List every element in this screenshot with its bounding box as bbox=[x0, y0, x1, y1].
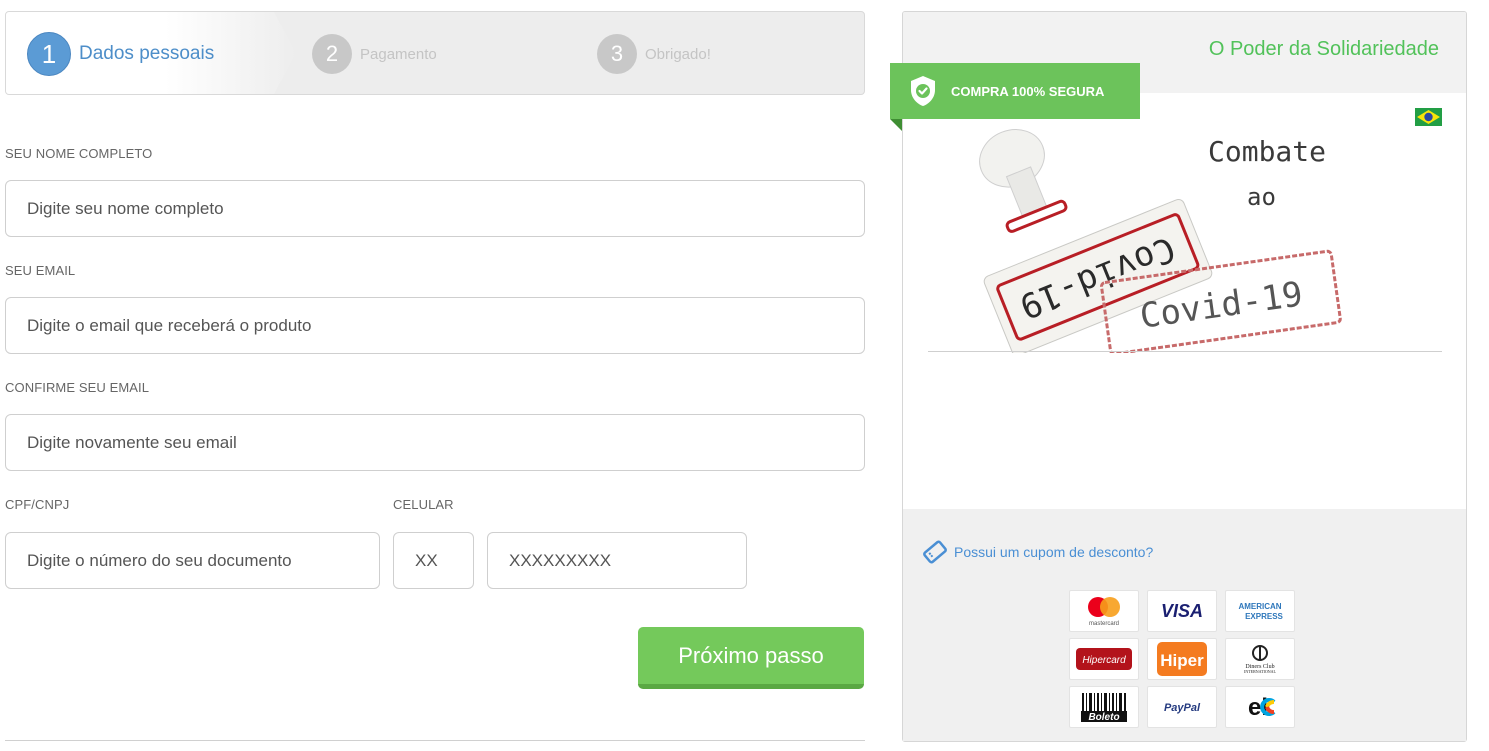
payment-methods: mastercard VISA AMERICAN EXPRESS Hiperca… bbox=[1069, 590, 1297, 731]
boleto-logo: Boleto bbox=[1069, 686, 1139, 728]
phone-label: CELULAR bbox=[393, 497, 454, 512]
svg-text:el: el bbox=[1248, 694, 1268, 721]
secure-badge-text: COMPRA 100% SEGURA bbox=[951, 83, 1105, 99]
name-input[interactable]: Digite seu nome completo bbox=[5, 180, 865, 237]
step-label: Dados pessoais bbox=[79, 43, 215, 64]
secure-purchase-badge: COMPRA 100% SEGURA bbox=[890, 63, 1140, 119]
form-divider bbox=[5, 740, 865, 741]
next-step-button[interactable]: Próximo passo bbox=[638, 627, 864, 689]
email-input[interactable]: Digite o email que receberá o produto bbox=[5, 297, 865, 354]
svg-text:AMERICAN: AMERICAN bbox=[1238, 602, 1281, 611]
product-divider bbox=[928, 351, 1442, 352]
product-image: Covid-19 Combate ao Covid-19 bbox=[979, 129, 1342, 353]
step-label: Pagamento bbox=[360, 45, 437, 63]
paypal-logo: PayPal bbox=[1147, 686, 1217, 728]
svg-text:PayPal: PayPal bbox=[1164, 702, 1201, 714]
hipercard-logo: Hipercard bbox=[1069, 638, 1139, 680]
brazil-flag-icon bbox=[1415, 108, 1442, 126]
step-number: 2 bbox=[312, 34, 352, 74]
ddd-input[interactable]: XX bbox=[393, 532, 474, 589]
checkout-stepper: 1 Dados pessoais 2 Pagamento 3 Obrigado! bbox=[5, 11, 865, 95]
coupon-link[interactable]: Possui um cupom de desconto? bbox=[922, 540, 1153, 564]
ticket-icon bbox=[922, 540, 948, 564]
name-label: SEU NOME COMPLETO bbox=[5, 146, 153, 161]
step-label: Obrigado! bbox=[645, 45, 711, 63]
svg-text:Hiper: Hiper bbox=[1160, 651, 1204, 670]
svg-text:Hipercard: Hipercard bbox=[1082, 655, 1126, 666]
svg-text:EXPRESS: EXPRESS bbox=[1245, 612, 1283, 621]
confirm-email-input[interactable]: Digite novamente seu email bbox=[5, 414, 865, 471]
elo-logo: el bbox=[1225, 686, 1295, 728]
step-obrigado[interactable]: 3 Obrigado! bbox=[597, 34, 711, 74]
diners-logo: Diners Club INTERNATIONAL bbox=[1225, 638, 1295, 680]
image-line2: ao bbox=[1247, 183, 1276, 211]
hiper-logo: Hiper bbox=[1147, 638, 1217, 680]
step-number: 1 bbox=[27, 32, 71, 76]
mastercard-logo: mastercard bbox=[1069, 590, 1139, 632]
svg-text:INTERNATIONAL: INTERNATIONAL bbox=[1244, 669, 1277, 674]
phone-input[interactable]: XXXXXXXXX bbox=[487, 532, 747, 589]
document-label: CPF/CNPJ bbox=[5, 497, 70, 512]
badge-fold bbox=[890, 119, 902, 131]
visa-logo: VISA bbox=[1147, 590, 1217, 632]
svg-text:mastercard: mastercard bbox=[1089, 621, 1119, 627]
confirm-email-label: CONFIRME SEU EMAIL bbox=[5, 380, 150, 395]
image-line1: Combate bbox=[1208, 135, 1326, 168]
svg-text:VISA: VISA bbox=[1161, 601, 1203, 621]
email-label: SEU EMAIL bbox=[5, 263, 76, 278]
svg-text:Boleto: Boleto bbox=[1088, 712, 1119, 723]
document-input[interactable]: Digite o número do seu documento bbox=[5, 532, 380, 589]
product-title: O Poder da Solidariedade bbox=[1208, 38, 1439, 60]
coupon-link-text: Possui um cupom de desconto? bbox=[954, 544, 1154, 560]
step-pagamento[interactable]: 2 Pagamento bbox=[312, 34, 437, 74]
step-number: 3 bbox=[597, 34, 637, 74]
step-dados-pessoais[interactable]: 1 Dados pessoais bbox=[27, 32, 215, 76]
shield-check-icon bbox=[909, 75, 937, 107]
amex-logo: AMERICAN EXPRESS bbox=[1225, 590, 1295, 632]
